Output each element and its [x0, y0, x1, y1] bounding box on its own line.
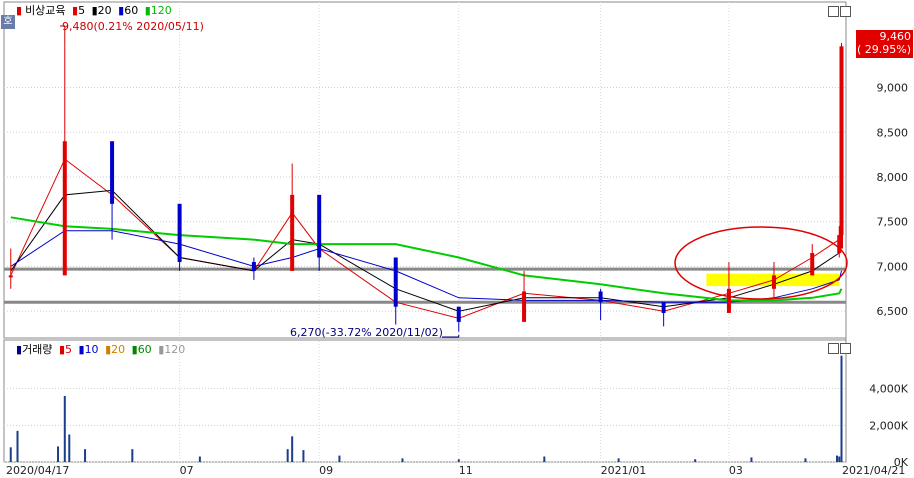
- volume-bar: [401, 458, 404, 462]
- legend-ma120-icon: ▮: [144, 4, 151, 17]
- low-annotation: 6,270(-33.72% 2020/11/02): [290, 326, 443, 339]
- y-tick-label: 8,500: [877, 126, 909, 139]
- volume-bars: [9, 355, 843, 462]
- y-tick-label: 9,000: [877, 82, 909, 95]
- price-legend: ▮ 비상교육 ▮5 ▮20 ▮60 ▮120: [16, 4, 175, 18]
- x-tick-label: 2020/04/17: [6, 464, 69, 477]
- legend-ma120: 120: [150, 4, 172, 17]
- legend-title: 거래량: [22, 343, 53, 356]
- y-tick-label: 8,000: [877, 171, 909, 184]
- candle-body: [456, 306, 461, 322]
- volume-bar: [302, 450, 305, 462]
- x-tick-label: 07: [180, 464, 194, 477]
- chart-svg: 9,000 8,500 8,000 7,500 7,000 6,500 4,000K 2,00…: [3, 1, 909, 477]
- volume-bar: [198, 456, 201, 462]
- candle-body: [726, 288, 731, 313]
- volume-bar: [63, 396, 66, 462]
- candles: [8, 25, 844, 338]
- volume-bar: [57, 446, 60, 462]
- volume-pane-close-button[interactable]: [840, 343, 851, 354]
- candle-body: [522, 291, 527, 322]
- volume-tick-label: 2,000K: [869, 419, 908, 432]
- x-tick-label: 2021/01: [601, 464, 647, 477]
- legend-v120: 120: [164, 343, 186, 356]
- candle-body: [62, 141, 67, 276]
- legend-ma60: 60: [124, 4, 139, 17]
- price-pane-close-button[interactable]: [840, 6, 851, 17]
- x-tick-label: 03: [729, 464, 743, 477]
- legend-marker-icon: ▮: [16, 4, 23, 17]
- low-marker-line: [442, 334, 460, 338]
- current-price: 9,460: [879, 30, 912, 43]
- candle-body: [317, 194, 322, 258]
- y-tick-label: 7,500: [877, 216, 909, 229]
- candle-body: [393, 257, 398, 307]
- volume-bar: [617, 458, 620, 462]
- corner-label[interactable]: 호: [1, 15, 15, 29]
- candle-body: [661, 302, 666, 313]
- volume-bar: [835, 455, 838, 462]
- legend-v10-icon: ▮: [78, 343, 85, 356]
- legend-title: 비상교육: [25, 4, 66, 17]
- volume-pane-border: [3, 339, 847, 463]
- x-tick-label: 09: [319, 464, 333, 477]
- candle-body: [810, 253, 815, 276]
- volume-bar: [840, 355, 843, 462]
- volume-bar: [131, 449, 134, 462]
- volume-bar: [84, 449, 87, 462]
- x-tick-label: 2021/04/21: [842, 464, 905, 477]
- candle-body: [251, 261, 256, 271]
- ma-60-line: [10, 230, 842, 303]
- y-tick-label: 6,500: [877, 305, 909, 318]
- current-change: ( 29.95%): [856, 43, 911, 56]
- legend-v5: 5: [65, 343, 72, 356]
- candle-body: [598, 291, 603, 303]
- candle-body: [110, 141, 115, 204]
- volume-bar: [457, 459, 460, 462]
- volume-bar: [838, 456, 841, 462]
- volume-bar: [16, 430, 19, 462]
- volume-tick-label: 4,000K: [869, 383, 908, 396]
- price-pane-restore-button[interactable]: [828, 6, 839, 17]
- legend-ma5: 5: [78, 4, 86, 17]
- volume-bar: [543, 456, 546, 462]
- volume-bar: [804, 458, 807, 462]
- volume-pane-restore-button[interactable]: [828, 343, 839, 354]
- candle-body: [771, 275, 776, 289]
- volume-bar: [338, 455, 341, 462]
- legend-v10: 10: [84, 343, 99, 356]
- legend-v60: 60: [137, 343, 152, 356]
- volume-legend: ▮거래량 ▮5 ▮10 ▮20 ▮60 ▮120: [16, 343, 188, 357]
- ma-120-line: [10, 216, 843, 302]
- volume-bar: [291, 436, 294, 462]
- volume-bar: [750, 457, 753, 462]
- high-annotation: 9,480(0.21% 2020/05/11): [62, 20, 204, 33]
- volume-bar: [694, 459, 697, 462]
- candle-body: [8, 275, 13, 278]
- legend-ma20: 20: [97, 4, 112, 17]
- legend-ma20-icon: ▮: [91, 4, 98, 17]
- candle-body: [177, 203, 182, 262]
- legend-v60-icon: ▮: [131, 343, 138, 356]
- legend-v20: 20: [111, 343, 126, 356]
- y-tick-label: 7,000: [877, 260, 909, 273]
- volume-bar: [9, 447, 12, 462]
- stock-chart-window: 9,000 8,500 8,000 7,500 7,000 6,500 4,000K 2,00…: [0, 0, 914, 478]
- current-price-box: 9,460 ( 29.95%): [856, 30, 913, 58]
- volume-bar: [286, 449, 289, 462]
- volume-bar: [68, 434, 71, 462]
- x-tick-label: 11: [459, 464, 473, 477]
- price-pane-border: [3, 1, 847, 339]
- candle-body: [290, 194, 295, 271]
